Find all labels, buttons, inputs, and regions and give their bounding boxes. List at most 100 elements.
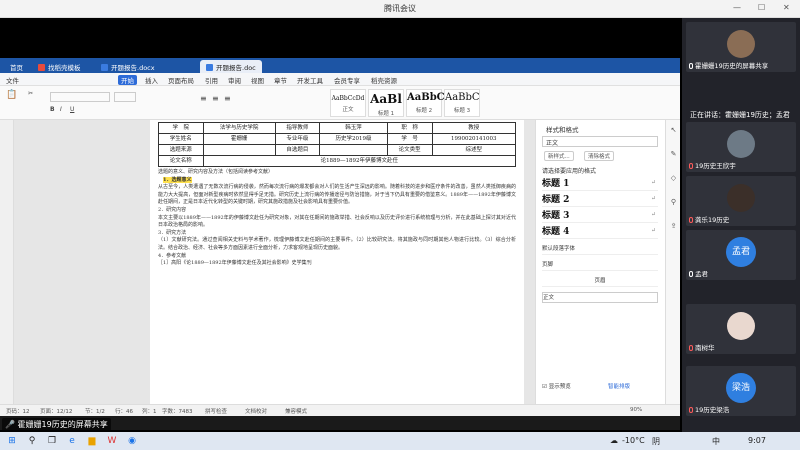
document-area: 学 院 法学与历史学院 指导教师 韩玉萍 职 称 教授 学生姓名 霍姗姗 专业年… xyxy=(0,120,535,404)
tab-template[interactable]: 找稻壳模板 xyxy=(32,60,87,73)
edge-icon[interactable]: e xyxy=(66,435,78,447)
underline-icon[interactable]: U xyxy=(70,106,74,113)
mic-muted-icon xyxy=(689,217,693,223)
smart-format-button[interactable]: 智能排版 xyxy=(608,382,630,390)
wps-icon[interactable]: W xyxy=(106,435,118,447)
menu-review[interactable]: 审阅 xyxy=(228,75,241,85)
tab-doc-active[interactable]: 开题报告.doc xyxy=(200,60,262,73)
status-bar: 页码：12 页面：12/12 节：1/2 行：46 列：1 字数：7483 拼写… xyxy=(0,404,680,416)
close-icon[interactable]: ✕ xyxy=(783,3,790,12)
folder-icon[interactable]: ▆ xyxy=(86,435,98,447)
style-item-heading1[interactable]: 标题 1 ↵ xyxy=(542,176,658,191)
document-page[interactable]: 学 院 法学与历史学院 指导教师 韩玉萍 职 称 教授 学生姓名 霍姗姗 专业年… xyxy=(150,120,524,404)
meeting-app-icon[interactable]: ◉ xyxy=(126,435,138,447)
table-cell: 论文类型 xyxy=(386,144,433,156)
align-center-icon[interactable]: ≡ xyxy=(212,94,219,103)
paragraph-mark-icon: ↵ xyxy=(650,179,656,186)
participant-name: 19历史梁浩 xyxy=(689,404,729,414)
participant-tile[interactable]: 19历史王欣宇 xyxy=(686,122,796,172)
style-sample: AaBl xyxy=(370,92,402,106)
proofread-button[interactable]: 文档校对 xyxy=(245,407,267,415)
screen-share-label: 🎤 霍姗姗19历史的屏幕共享 xyxy=(2,418,111,431)
style-item-heading2[interactable]: 标题 2 ↵ xyxy=(542,192,658,207)
participant-list: 霍姗姗19历史的屏幕共享 19历史王欣宇 龚乐19历史 孟君 孟君 南树华 梁浩… xyxy=(682,18,800,432)
mic-muted-icon xyxy=(689,163,693,169)
style-panel: 样式和格式 正文 新样式... 清除格式 请选择要应用的格式 标题 1 ↵ 标题 … xyxy=(535,120,665,404)
menu-home[interactable]: 开始 xyxy=(118,75,137,85)
minimize-icon[interactable]: — xyxy=(733,3,741,12)
style-item-label: 标题 4 xyxy=(542,227,570,237)
cut-icon[interactable]: ✂ xyxy=(28,90,33,97)
paste-icon[interactable]: 📋 xyxy=(6,90,17,100)
style-heading1[interactable]: AaBl 标题 1 xyxy=(368,89,404,117)
menu-reference[interactable]: 引用 xyxy=(205,75,218,85)
style-label: 标题 1 xyxy=(377,111,395,117)
task-view-icon[interactable]: ❐ xyxy=(46,435,58,447)
table-cell: 指导教师 xyxy=(274,122,321,134)
language-indicator[interactable]: 中 xyxy=(712,436,720,447)
participant-tile[interactable]: 孟君 孟君 xyxy=(686,230,796,280)
font-size-select[interactable] xyxy=(114,92,136,102)
show-preview-checkbox[interactable]: ☑ 显示预览 xyxy=(542,382,571,390)
style-item-footer[interactable]: 页脚 xyxy=(542,260,658,271)
style-item-header[interactable]: 页眉 xyxy=(542,276,658,287)
heading-content: 2．研究内容 xyxy=(158,206,187,213)
bold-icon[interactable]: B xyxy=(50,106,55,113)
status-item: 行：46 xyxy=(115,409,133,415)
status-item: 节：1/2 xyxy=(85,409,105,415)
avatar xyxy=(727,312,755,340)
weather-icon: ☁ xyxy=(610,436,618,445)
pointer-icon[interactable]: ↖ xyxy=(669,126,678,135)
menu-docer[interactable]: 稻壳资源 xyxy=(371,75,397,85)
participant-tile[interactable]: 南树华 xyxy=(686,304,796,354)
participant-tile[interactable]: 梁浩 19历史梁浩 xyxy=(686,366,796,416)
align-left-icon[interactable]: ≡ xyxy=(200,94,207,103)
italic-icon[interactable]: I xyxy=(60,106,62,113)
share-icon[interactable]: ⇪ xyxy=(669,222,678,231)
edit-icon[interactable]: ✎ xyxy=(669,150,678,159)
font-name-select[interactable] xyxy=(50,92,110,102)
menu-vip[interactable]: 会员专享 xyxy=(334,75,360,85)
menu-devtools[interactable]: 开发工具 xyxy=(297,75,323,85)
style-item-label: 标题 3 xyxy=(542,211,570,221)
participant-name: 19历史王欣宇 xyxy=(689,160,736,170)
menu-insert[interactable]: 插入 xyxy=(145,75,158,85)
windows-start-icon[interactable]: ⊞ xyxy=(6,435,18,447)
navigation-strip[interactable] xyxy=(0,120,14,404)
status-item: 页面：12/12 xyxy=(40,409,73,415)
table-row: 论文名称 论1889—1892年伊藤博文赴任 xyxy=(158,155,517,167)
search-icon[interactable]: ⚲ xyxy=(26,435,38,447)
menu-view[interactable]: 视图 xyxy=(251,75,264,85)
participant-tile[interactable]: 霍姗姗19历史的屏幕共享 xyxy=(686,22,796,72)
style-item-default-font[interactable]: 默认段落字体 xyxy=(542,244,658,255)
table-cell: 法学与历史学院 xyxy=(202,122,276,134)
menu-file[interactable]: 文件 xyxy=(6,75,19,85)
maximize-icon[interactable]: ☐ xyxy=(758,3,765,12)
style-heading2[interactable]: AaBbC 标题 2 xyxy=(406,89,445,117)
table-cell: 综述型 xyxy=(431,144,516,156)
table-cell xyxy=(202,144,276,156)
new-style-button[interactable]: 新样式... xyxy=(544,151,574,161)
tab-docx[interactable]: 开题报告.docx xyxy=(95,60,161,73)
spellcheck-button[interactable]: 拼写检查 xyxy=(205,407,227,415)
menu-section[interactable]: 章节 xyxy=(274,75,287,85)
style-item-heading4[interactable]: 标题 4 ↵ xyxy=(542,224,658,239)
current-style-field[interactable]: 正文 xyxy=(542,136,658,147)
zoom-level[interactable]: 90% xyxy=(630,407,642,413)
tab-home[interactable]: 首页 xyxy=(4,60,29,73)
heading-references: 4．参考文献 xyxy=(158,252,187,259)
participant-tile[interactable]: 龚乐19历史 xyxy=(686,176,796,226)
filter-icon[interactable]: ⚲ xyxy=(669,198,678,207)
temperature[interactable]: -10°C xyxy=(622,436,645,445)
menu-layout[interactable]: 页面布局 xyxy=(168,75,194,85)
clear-format-button[interactable]: 清除格式 xyxy=(584,151,615,161)
style-heading3[interactable]: AaBbC 标题 3 xyxy=(444,89,480,117)
clock[interactable]: 9:07 xyxy=(748,436,766,445)
panel-subtitle: 请选择要应用的格式 xyxy=(542,168,597,175)
shapes-icon[interactable]: ◇ xyxy=(669,174,678,183)
participant-name-text: 孟君 xyxy=(695,270,708,278)
style-item-normal[interactable]: 正文 xyxy=(542,292,658,303)
style-normal[interactable]: AaBbCcDd 正文 xyxy=(330,89,366,117)
align-right-icon[interactable]: ≡ xyxy=(224,94,231,103)
style-item-heading3[interactable]: 标题 3 ↵ xyxy=(542,208,658,223)
